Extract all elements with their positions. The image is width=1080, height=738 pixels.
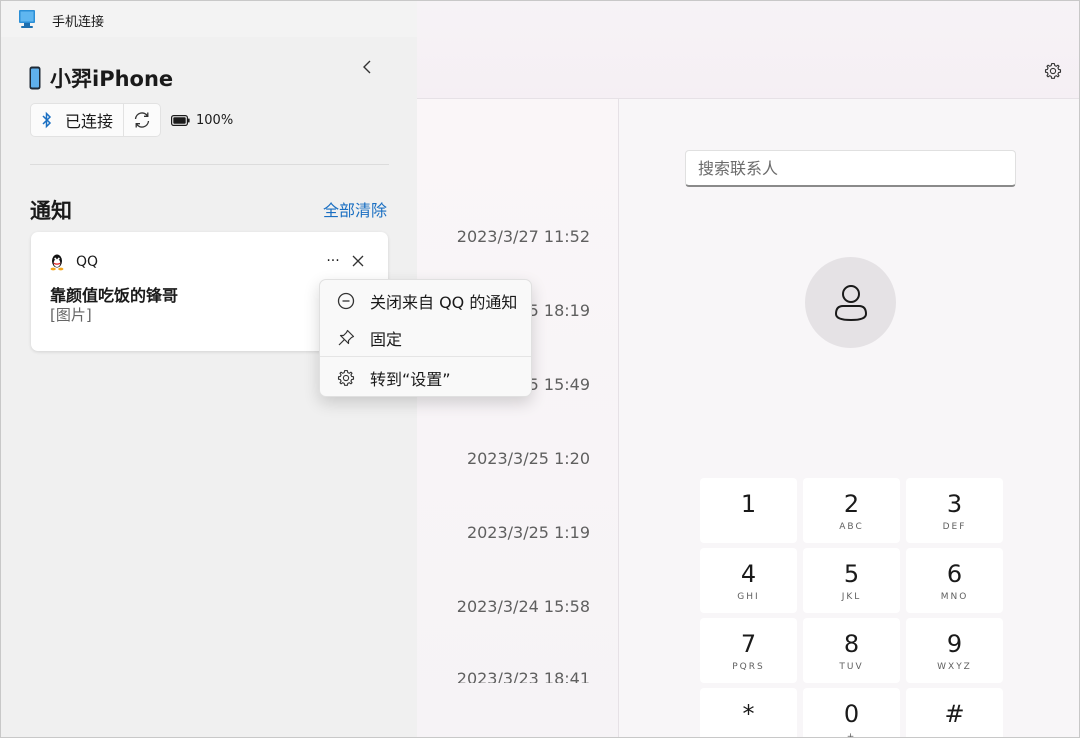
notification-more-button[interactable]: ··· (321, 246, 345, 276)
dial-key-letters: + (846, 731, 857, 738)
phone-icon (29, 66, 41, 90)
window-title: 手机连接 (52, 15, 105, 30)
settings-button[interactable] (1039, 57, 1067, 85)
dial-key-star[interactable]: * (700, 688, 797, 737)
dial-key-letters: JKL (841, 591, 862, 602)
device-name: 小羿iPhone (50, 67, 174, 91)
notifications-heading: 通知 (30, 199, 72, 223)
dial-key-digit: 8 (843, 629, 860, 658)
dial-key-digit: 0 (843, 699, 860, 728)
notification-app-name: QQ (76, 254, 99, 270)
app-logo-icon (17, 9, 37, 29)
menu-item-turn-off-qq-notifications[interactable]: 关闭来自 QQ 的通知 (320, 283, 531, 319)
menu-item-label: 关闭来自 QQ 的通知 (370, 293, 518, 312)
bluetooth-icon (42, 111, 52, 129)
call-history-time[interactable]: 2023/3/23 18:41 (457, 669, 590, 683)
dial-key-letters: WXYZ (937, 661, 972, 672)
dial-key-digit: 5 (843, 559, 860, 588)
dial-key-digit: 9 (946, 629, 963, 658)
close-icon (352, 255, 364, 267)
call-history-time[interactable]: 2023/3/25 1:20 (467, 449, 590, 468)
dial-key-2[interactable]: 2 ABC (803, 478, 900, 543)
connection-status-pill: 已连接 (30, 103, 162, 137)
contact-avatar (805, 257, 896, 348)
dial-key-digit: 6 (946, 559, 963, 588)
dial-key-digit: 3 (946, 489, 963, 518)
battery-status: 100% (171, 113, 233, 128)
menu-item-pin[interactable]: 固定 (320, 320, 531, 356)
menu-separator (320, 356, 531, 357)
clear-all-link[interactable]: 全部清除 (323, 197, 387, 221)
device-header: 小羿iPhone (29, 63, 173, 93)
connection-status-button[interactable]: 已连接 (31, 104, 123, 136)
notification-dismiss-button[interactable] (346, 246, 370, 276)
dial-key-0[interactable]: 0 + (803, 688, 900, 738)
menu-item-go-to-settings[interactable]: 转到“设置” (320, 360, 531, 396)
dial-key-letters: TUV (839, 661, 864, 672)
dial-key-7[interactable]: 7 PQRS (700, 618, 797, 683)
person-icon (834, 284, 867, 321)
chevron-left-icon (363, 60, 371, 74)
dial-key-9[interactable]: 9 WXYZ (906, 618, 1003, 683)
dial-key-letters: GHI (737, 591, 760, 602)
dial-key-hash[interactable]: # (906, 688, 1003, 737)
notification-message: [图片] (50, 306, 92, 324)
dial-key-4[interactable]: 4 GHI (700, 548, 797, 613)
menu-item-label: 固定 (370, 330, 403, 349)
dialer-pane: 1 2 ABC 3 DEF 4 GHI 5 JKL 6 MNO 7 PQRS 8 TUV 9 W… (618, 99, 1079, 738)
call-history-time[interactable]: 2023/3/24 15:58 (457, 597, 590, 616)
minus-circle-icon (337, 292, 355, 310)
dial-key-digit: * (742, 699, 755, 728)
dial-key-letters: ABC (839, 521, 864, 532)
sidebar-divider (30, 164, 389, 165)
gear-icon (1044, 62, 1062, 79)
dialpad: 1 2 ABC 3 DEF 4 GHI 5 JKL 6 MNO 7 PQRS 8 TUV 9 W… (700, 478, 1003, 738)
sync-icon (134, 112, 150, 128)
call-history-pane: 2023/3/27 11:52 2023/3/25 18:19 2023/3/2… (417, 99, 618, 737)
dial-key-letters: MNO (940, 591, 969, 602)
dial-key-digit: # (944, 699, 965, 728)
dial-key-1[interactable]: 1 (700, 478, 797, 543)
dial-key-letters: PQRS (732, 661, 765, 672)
dial-key-5[interactable]: 5 JKL (803, 548, 900, 613)
dial-key-digit: 4 (740, 559, 757, 588)
menu-item-label: 转到“设置” (370, 370, 451, 389)
gear-icon (337, 369, 355, 386)
dial-key-digit: 7 (740, 629, 757, 658)
notification-sender: 靠颜值吃饭的锋哥 (50, 286, 179, 305)
sync-button[interactable] (123, 104, 160, 136)
device-status-row: 已连接 100% (30, 103, 233, 137)
collapse-sidebar-button[interactable] (353, 53, 381, 81)
dial-key-digit: 1 (740, 489, 757, 518)
call-history-time[interactable]: 2023/3/25 1:19 (467, 523, 590, 542)
dial-key-3[interactable]: 3 DEF (906, 478, 1003, 543)
contact-search-input[interactable] (685, 150, 1016, 187)
notification-context-menu: 关闭来自 QQ 的通知 固定 转到“设置” (319, 279, 532, 397)
qq-icon (50, 254, 64, 271)
battery-level: 100% (196, 112, 234, 128)
battery-icon (171, 114, 190, 126)
connection-status-label: 已连接 (65, 112, 114, 131)
dial-key-letters: DEF (942, 521, 967, 532)
phone-link-window: 手机连接 小羿iPhone 已连接 100% 通知 全部清除 QQ ··· 靠颜… (0, 0, 1080, 738)
dial-key-digit: 2 (843, 489, 860, 518)
dial-key-8[interactable]: 8 TUV (803, 618, 900, 683)
pin-icon (338, 329, 355, 346)
dial-key-6[interactable]: 6 MNO (906, 548, 1003, 613)
call-history-time[interactable]: 2023/3/27 11:52 (457, 227, 590, 246)
content-header (417, 1, 1079, 99)
